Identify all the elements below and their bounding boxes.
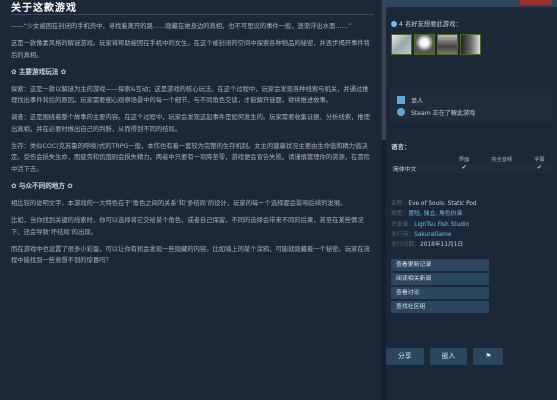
features-box: 单人 Steam 正在了解此游戏 bbox=[391, 89, 552, 122]
game-name: Eve of Souls: Static Pod bbox=[408, 201, 477, 207]
intro-quote: ——“少女被困在封闭的手机壳中，寻找着离开的路……隐藏在她身边的真相，也不可思议… bbox=[11, 23, 352, 30]
steam-icon bbox=[397, 108, 405, 116]
languages-title: 语言： bbox=[391, 143, 411, 151]
feature-steam-learning[interactable]: Steam 正在了解此游戏 bbox=[397, 106, 552, 118]
section-title: 关于这款游戏 bbox=[11, 3, 374, 15]
section-heading-unique: ✿ 与众不同的地方 ✿ bbox=[11, 181, 73, 190]
avatar[interactable] bbox=[437, 34, 458, 55]
detail-label: 名称： bbox=[391, 201, 409, 207]
friends-title: 4 名好友想要此游戏： bbox=[391, 20, 552, 30]
release-date: 2018年11月1日 bbox=[420, 242, 464, 249]
friends-title-text: 4 名好友想要此游戏： bbox=[399, 21, 462, 28]
sidebar-top-bar bbox=[386, 0, 557, 7]
lang-header-subs: 字幕 bbox=[534, 157, 545, 163]
share-button[interactable]: 分享 bbox=[386, 348, 424, 365]
lang-header-ui: 界面 bbox=[458, 157, 470, 163]
avatar[interactable] bbox=[460, 34, 481, 55]
intro-paragraph: 这是一款像素风格的解谜游戏。玩家将帮助被困在手机中的女生，在这个被封闭的空间中探… bbox=[11, 40, 370, 59]
lang-header-audio: 完全音频 bbox=[491, 157, 513, 163]
gameplay-paragraph-3: 生存：类似COC(克苏鲁的呼唤)式的TRPG一般，本作也有着一套较为完整的生存机… bbox=[11, 143, 370, 173]
unique-paragraph-3: 而在游戏中也设置了很多小彩蛋，可以让你有机会发现一些隐藏的内容。比如墙上的某个涂… bbox=[11, 245, 370, 265]
lang-audio bbox=[476, 163, 527, 173]
developer-link[interactable]: LighTsu Fish Studio bbox=[414, 222, 469, 228]
feature-label: Steam 正在了解此游戏 bbox=[411, 109, 476, 117]
unique-paragraph-2: 比如，当你找到关键的线索时，你可以选择将它交给某个角色，或者自己保留。不同的选择… bbox=[11, 217, 364, 236]
friend-avatars bbox=[391, 34, 552, 55]
check-icon: ✔ bbox=[526, 163, 552, 173]
share-embed-bar: 分享 嵌入 ⚑ bbox=[386, 348, 504, 365]
flag-icon[interactable]: ⚑ bbox=[473, 348, 504, 365]
feature-single-player[interactable]: 单人 bbox=[397, 94, 552, 106]
lang-header-blank bbox=[391, 155, 452, 163]
read-news-button[interactable]: 阅读相关新闻 bbox=[391, 273, 489, 286]
detail-label: 开发者： bbox=[391, 221, 415, 228]
review-badge bbox=[520, 0, 552, 5]
friends-icon bbox=[391, 21, 397, 27]
about-game-section: 关于这款游戏 ——“少女被困在封闭的手机壳中，寻找着离开的路……隐藏在她身边的真… bbox=[0, 0, 382, 400]
game-details: 名称：Eve of Souls: Static Pod 类型：冒险, 独立, 角… bbox=[391, 199, 552, 250]
detail-label: 发行商： bbox=[391, 231, 415, 238]
section-heading-gameplay: ✿ 主要游戏玩法 ✿ bbox=[11, 67, 67, 76]
gameplay-paragraph-1: 探索：这是一款以解谜为主的游戏——探索&互动；这是游戏的核心玩法。在这个过程中，… bbox=[11, 85, 369, 105]
view-update-history-button[interactable]: 查看更新记录 bbox=[391, 259, 489, 272]
sidebar-links: 查看更新记录 阅读相关新闻 查看讨论 查找社区组 bbox=[391, 259, 552, 314]
unique-paragraph-1: 相比较的说明文字，本游戏的一大特色在于‘角色之间的关系’和‘多结局’的设计，玩家… bbox=[11, 199, 347, 207]
friends-wishlist-box: 4 名好友想要此游戏： bbox=[391, 17, 552, 59]
table-row: 简体中文 ✔ ✔ bbox=[391, 163, 552, 173]
find-community-groups-button[interactable]: 查找社区组 bbox=[391, 301, 489, 314]
view-discussions-button[interactable]: 查看讨论 bbox=[391, 287, 489, 300]
embed-button[interactable]: 嵌入 bbox=[429, 348, 468, 365]
publisher-link[interactable]: SakuraGame bbox=[414, 232, 451, 238]
lang-name: 简体中文 bbox=[391, 163, 452, 173]
feature-label: 单人 bbox=[411, 97, 424, 105]
right-sidebar: 4 名好友想要此游戏： 单人 Steam 正在了解此游戏 语言： 界面 完全音频… bbox=[386, 0, 557, 400]
avatar[interactable] bbox=[414, 34, 435, 55]
check-icon: ✔ bbox=[451, 163, 477, 173]
detail-label: 类型： bbox=[391, 211, 409, 218]
person-icon bbox=[397, 96, 405, 104]
gameplay-paragraph-2: 调查：这是围绕着整个故事的主要内容。在这个过程中，玩家会发现这起事件是如何发生的… bbox=[11, 114, 370, 133]
detail-label: 发行日期： bbox=[391, 242, 420, 249]
avatar[interactable] bbox=[391, 34, 412, 55]
genre-links[interactable]: 冒险, 独立, 角色扮演 bbox=[408, 211, 462, 217]
languages-table: 界面 完全音频 字幕 简体中文 ✔ ✔ bbox=[391, 155, 552, 173]
